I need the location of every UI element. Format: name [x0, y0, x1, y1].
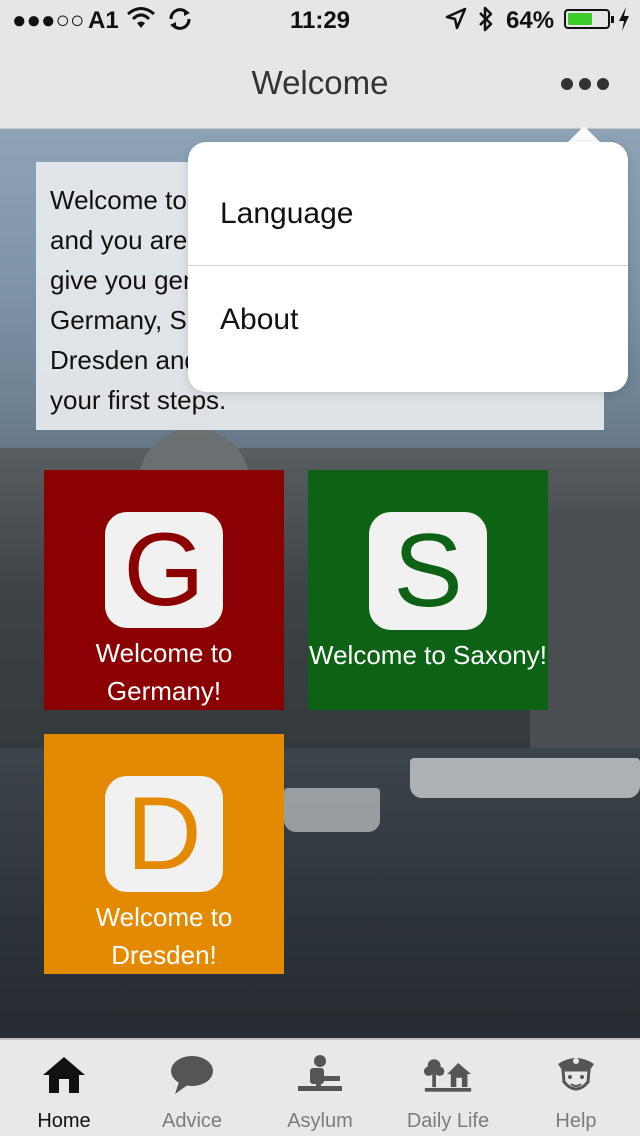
steamboat	[410, 758, 640, 798]
tile-dresden[interactable]: D Welcome to Dresden!	[44, 734, 284, 974]
tab-advice[interactable]: Advice	[128, 1040, 256, 1136]
bluetooth-icon	[476, 5, 496, 40]
letter-d-icon: D	[105, 776, 223, 892]
battery-icon	[564, 9, 614, 29]
tab-asylum[interactable]: Asylum	[256, 1040, 384, 1136]
more-options-button[interactable]	[552, 64, 618, 104]
ellipsis-icon	[561, 78, 573, 90]
tab-bar: Home Advice Asylum Daily Life Help	[0, 1038, 640, 1136]
desk-person-icon	[295, 1050, 345, 1100]
tile-saxony[interactable]: S Welcome to Saxony!	[308, 470, 548, 710]
charging-bolt-icon	[618, 6, 630, 38]
menu-item-language[interactable]: Language	[188, 162, 628, 266]
tab-label: Home	[37, 1110, 91, 1132]
letter-s-icon: S	[369, 512, 487, 630]
tile-germany[interactable]: G Welcome to Germany!	[44, 470, 284, 710]
tile-label: Welcome to Dresden!	[95, 902, 233, 970]
menu-item-about[interactable]: About	[188, 268, 628, 372]
tab-label: Advice	[161, 1110, 223, 1132]
battery-fill	[568, 13, 592, 25]
page-title: Welcome	[251, 64, 389, 101]
tree-house-icon	[423, 1050, 473, 1100]
navigation-bar: Welcome	[0, 40, 640, 129]
tab-label: Help	[555, 1110, 597, 1132]
police-officer-icon	[551, 1050, 601, 1100]
tab-label: Daily Life	[406, 1110, 490, 1132]
tab-help[interactable]: Help	[512, 1040, 640, 1136]
status-bar: ●●●○○ A1 11:29 64%	[0, 0, 640, 40]
tab-home[interactable]: Home	[0, 1040, 128, 1136]
steamboat	[284, 788, 380, 832]
location-arrow-icon	[444, 6, 468, 39]
tab-label: Asylum	[287, 1110, 353, 1132]
letter-g-icon: G	[105, 512, 223, 628]
tile-label: Welcome to Germany!	[95, 638, 233, 706]
speech-bubble-icon	[167, 1050, 217, 1100]
home-icon	[39, 1050, 89, 1100]
tab-daily-life[interactable]: Daily Life	[384, 1040, 512, 1136]
battery-percent: 64%	[506, 7, 555, 34]
app-screen: ●●●○○ A1 11:29 64% Welcome Welcome to an…	[0, 0, 640, 1136]
options-menu: Language About	[188, 142, 628, 392]
tile-label: Welcome to Saxony!	[309, 640, 547, 670]
